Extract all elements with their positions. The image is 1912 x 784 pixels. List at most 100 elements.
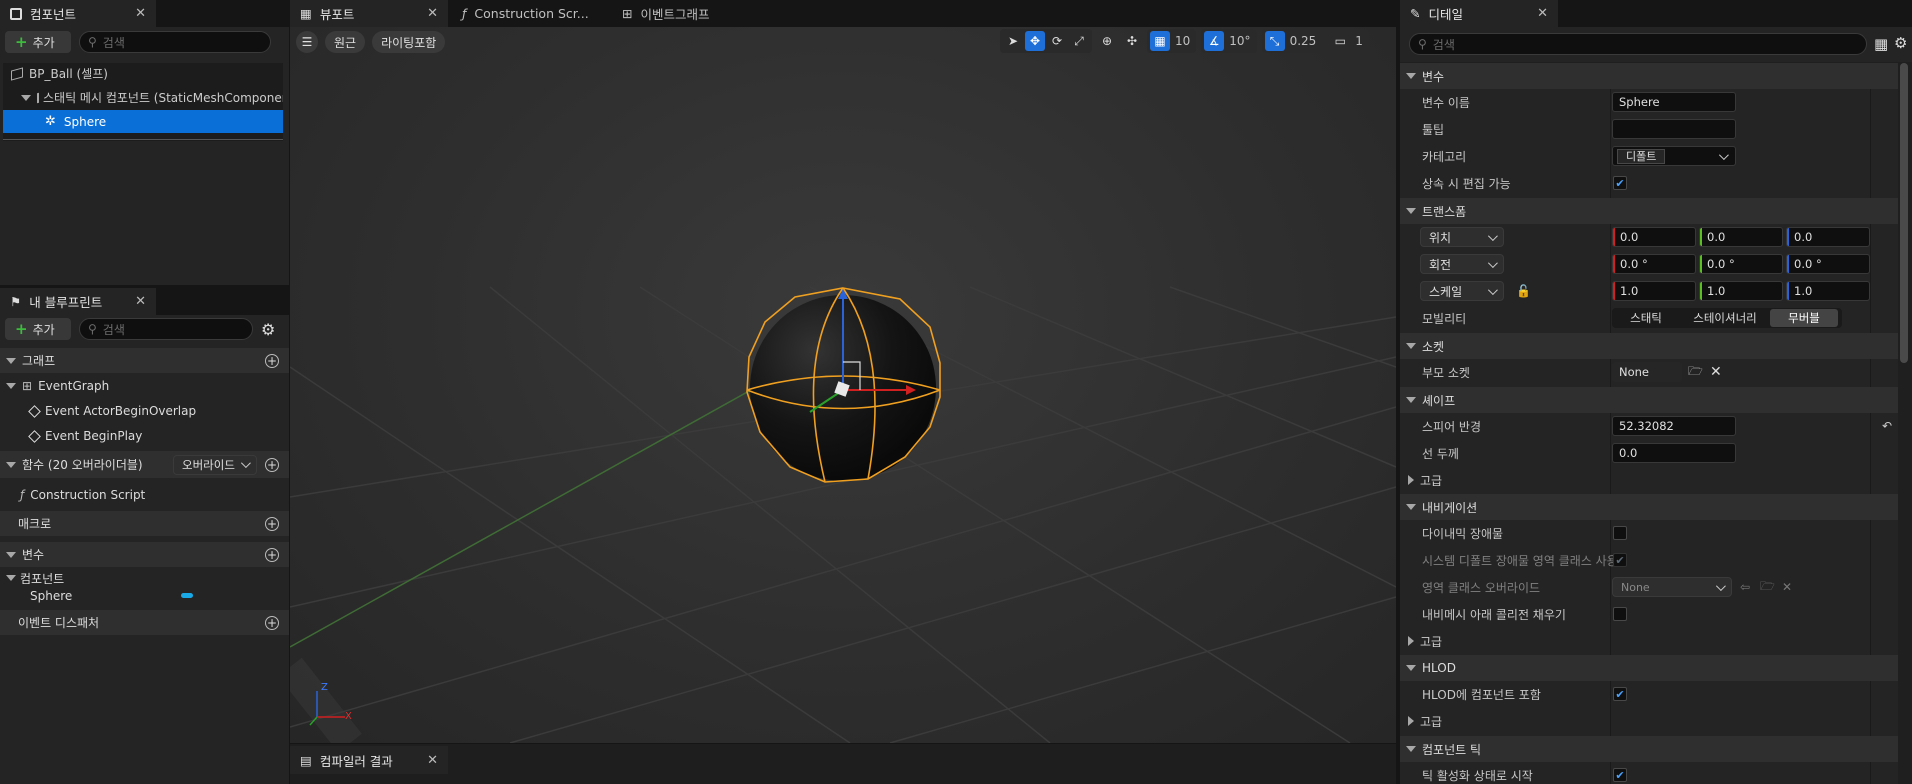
- scale-snap-value[interactable]: 0.25: [1287, 34, 1320, 48]
- rotation-mode-dropdown[interactable]: 회전: [1420, 254, 1504, 274]
- variable-group[interactable]: 컴포넌트: [0, 570, 289, 586]
- close-icon[interactable]: ✕: [427, 753, 438, 768]
- mobility-stationary-option[interactable]: 스테이셔너리: [1680, 310, 1770, 326]
- location-x-field[interactable]: 0.0: [1612, 227, 1696, 247]
- collapse-caret-icon[interactable]: [1406, 746, 1416, 752]
- details-search-input[interactable]: ⚲ 검색: [1409, 33, 1867, 55]
- fill-collision-checkbox[interactable]: [1613, 607, 1627, 621]
- collapse-caret-icon[interactable]: [6, 551, 16, 558]
- collapse-caret-icon[interactable]: [1406, 397, 1416, 403]
- gear-icon[interactable]: ⚙: [261, 320, 275, 339]
- tree-item-static-mesh[interactable]: 스태틱 메시 컴포넌트 (StaticMeshComponent): [3, 87, 283, 108]
- line-thickness-field[interactable]: 0.0: [1612, 443, 1736, 463]
- collapse-caret-icon[interactable]: [1406, 665, 1416, 671]
- collapse-caret-icon[interactable]: [6, 575, 16, 581]
- location-x-value[interactable]: 0.0: [1620, 230, 1638, 244]
- section-variable[interactable]: 변수: [1400, 63, 1898, 89]
- close-icon[interactable]: ✕: [427, 6, 438, 21]
- expand-caret-icon[interactable]: [1408, 636, 1414, 646]
- parent-socket-field[interactable]: None: [1612, 362, 1682, 382]
- close-icon[interactable]: ✕: [135, 294, 146, 309]
- scale-mode-dropdown[interactable]: 스케일: [1420, 281, 1504, 301]
- camera-speed-control[interactable]: ▭ 1: [1327, 29, 1369, 53]
- expand-caret-icon[interactable]: [21, 94, 31, 101]
- view-mode-button[interactable]: 라이팅포함: [372, 31, 446, 53]
- function-item[interactable]: ƒ Construction Script: [0, 485, 289, 505]
- table-view-icon[interactable]: ▦: [1874, 35, 1888, 53]
- collapse-caret-icon[interactable]: [6, 461, 16, 468]
- tree-item-bp-ball[interactable]: BP_Ball (셀프): [3, 63, 283, 84]
- surface-snap-icon[interactable]: ✣: [1122, 31, 1142, 51]
- category-combo[interactable]: 디폴트: [1612, 146, 1736, 166]
- collapse-caret-icon[interactable]: [1406, 343, 1416, 349]
- collapse-caret-icon[interactable]: [1406, 504, 1416, 510]
- scale-x-value[interactable]: 1.0: [1620, 284, 1638, 298]
- scale-y-field[interactable]: 1.0: [1699, 281, 1783, 301]
- category-value[interactable]: 디폴트: [1617, 148, 1666, 164]
- hlod-include-checkbox[interactable]: ✔: [1613, 687, 1627, 701]
- world-local-icon[interactable]: ⊕: [1097, 31, 1117, 51]
- expand-caret-icon[interactable]: [6, 383, 16, 389]
- location-z-value[interactable]: 0.0: [1794, 230, 1812, 244]
- event-item[interactable]: Event BeginPlay: [0, 426, 289, 446]
- rotation-x-field[interactable]: 0.0 °: [1612, 254, 1696, 274]
- collapse-caret-icon[interactable]: [1406, 208, 1416, 214]
- scale-snap-control[interactable]: ⤡ 0.25: [1261, 29, 1323, 53]
- variable-name-field[interactable]: Sphere: [1612, 92, 1736, 112]
- mobility-movable-option[interactable]: 무버블: [1770, 309, 1838, 327]
- scale-y-value[interactable]: 1.0: [1707, 284, 1725, 298]
- rotate-icon[interactable]: ⟳: [1047, 31, 1067, 51]
- chevron-down-icon[interactable]: [1718, 149, 1729, 160]
- section-sockets[interactable]: 소켓: [1400, 333, 1898, 359]
- event-graph-item[interactable]: ⊞ EventGraph: [0, 376, 289, 396]
- reset-to-default-icon[interactable]: ↶: [1882, 419, 1892, 433]
- rotation-snap-value[interactable]: 10°: [1226, 34, 1253, 48]
- viewport-menu-button[interactable]: ☰: [296, 31, 318, 53]
- rotation-z-value[interactable]: 0.0 °: [1794, 257, 1822, 271]
- rotation-y-value[interactable]: 0.0 °: [1707, 257, 1735, 271]
- expand-caret-icon[interactable]: [1408, 716, 1414, 726]
- section-navigation[interactable]: 내비게이션: [1400, 494, 1898, 520]
- gear-icon[interactable]: ⚙: [1894, 34, 1907, 52]
- add-variable-icon[interactable]: +: [265, 547, 279, 562]
- tree-item-sphere[interactable]: ✲ Sphere: [3, 110, 283, 133]
- scale-z-field[interactable]: 1.0: [1786, 281, 1870, 301]
- advanced-row[interactable]: 고급: [1400, 709, 1898, 733]
- select-icon[interactable]: ➤: [1003, 31, 1023, 51]
- tab-my-blueprint[interactable]: ⚑ 내 블루프린트 ✕: [0, 288, 156, 315]
- tooltip-field[interactable]: [1612, 119, 1736, 139]
- collapse-caret-icon[interactable]: [1406, 73, 1416, 79]
- translate-icon[interactable]: ✥: [1025, 31, 1045, 51]
- section-transform[interactable]: 트랜스폼: [1400, 198, 1898, 224]
- tab-event-graph[interactable]: ⊞ 이벤트그래프: [612, 0, 752, 27]
- scale-z-value[interactable]: 1.0: [1794, 284, 1812, 298]
- rotation-snap-icon[interactable]: ∡: [1204, 31, 1225, 51]
- scale-x-field[interactable]: 1.0: [1612, 281, 1696, 301]
- tab-details[interactable]: ✎ 디테일 ✕: [1400, 0, 1558, 27]
- scale-icon[interactable]: ⤢: [1069, 31, 1089, 51]
- add-dispatcher-icon[interactable]: +: [265, 615, 279, 630]
- override-dropdown[interactable]: 오버라이드: [173, 454, 257, 475]
- add-macro-icon[interactable]: +: [265, 516, 279, 531]
- location-mode-dropdown[interactable]: 위치: [1420, 227, 1504, 247]
- add-member-button[interactable]: + 추가: [5, 318, 71, 340]
- camera-speed-value[interactable]: 1: [1352, 34, 1366, 48]
- scale-snap-icon[interactable]: ⤡: [1264, 31, 1285, 51]
- sphere-radius-field[interactable]: 52.32082: [1612, 416, 1736, 436]
- editable-checkbox[interactable]: ✔: [1613, 176, 1627, 190]
- section-dispatchers[interactable]: 이벤트 디스패처 +: [0, 610, 289, 635]
- expand-caret-icon[interactable]: [1408, 475, 1414, 485]
- add-graph-icon[interactable]: +: [265, 353, 279, 368]
- tab-viewport[interactable]: ▦ 뷰포트 ✕: [290, 0, 448, 27]
- section-macros[interactable]: 매크로 +: [0, 511, 289, 536]
- close-icon[interactable]: ✕: [1537, 6, 1548, 21]
- grid-snap-control[interactable]: ▦ 10: [1147, 29, 1197, 53]
- tab-compiler-results[interactable]: ▤ 컴파일러 결과 ✕: [290, 746, 448, 774]
- collapse-caret-icon[interactable]: [6, 357, 16, 364]
- rotation-x-value[interactable]: 0.0 °: [1620, 257, 1648, 271]
- advanced-row[interactable]: 고급: [1400, 468, 1898, 492]
- lock-icon[interactable]: 🔓: [1516, 284, 1531, 298]
- tab-construction-script[interactable]: ƒ Construction Scr...: [452, 0, 610, 27]
- clear-icon[interactable]: ✕: [1710, 364, 1722, 380]
- dynamic-obstacle-checkbox[interactable]: [1613, 526, 1627, 540]
